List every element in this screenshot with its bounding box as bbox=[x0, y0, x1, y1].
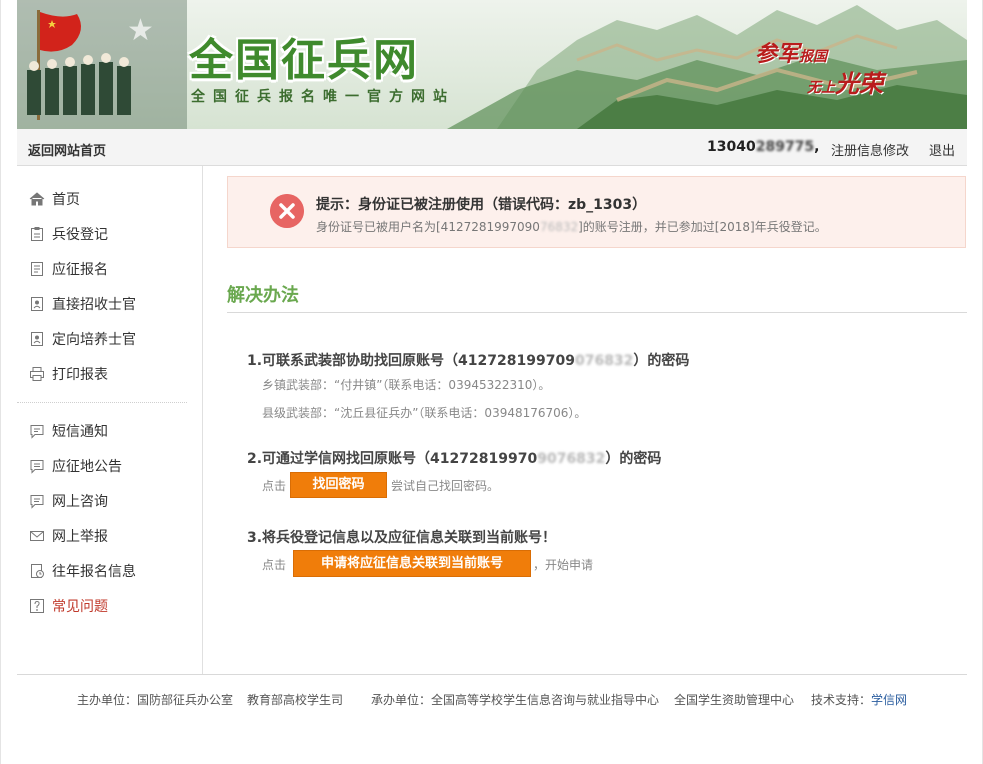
step-1-county-contact: 县级武装部：“沈丘县征兵办”（联系电话：03948176706）。 bbox=[262, 406, 587, 420]
step-1-title: 1.可联系武装部协助找回原账号（412728199709076832）的密码 bbox=[247, 353, 690, 369]
id-card-icon bbox=[31, 332, 43, 346]
document-icon bbox=[31, 262, 43, 276]
history-icon bbox=[31, 564, 44, 578]
footer-host-2: 教育部高校学生司 bbox=[247, 693, 344, 707]
footer-divider bbox=[17, 674, 967, 675]
chat-icon bbox=[30, 495, 44, 509]
footer-organizer-2: 全国学生资助管理中心 bbox=[674, 693, 795, 707]
sidebar-item-print-report[interactable]: 打印报表 bbox=[29, 363, 108, 385]
solution-heading: 解决办法 bbox=[227, 285, 299, 306]
sidebar-item-direct-nco[interactable]: 直接招收士官 bbox=[29, 293, 136, 315]
sidebar-item-sms-notice[interactable]: 短信通知 bbox=[29, 420, 108, 442]
recover-password-button[interactable]: 找回密码 bbox=[290, 472, 387, 498]
sidebar-item-home[interactable]: 首页 bbox=[29, 188, 80, 210]
sidebar-nav: 首页 兵役登记 应征报名 直接招收士官 定向培养士官 打印报表 短信通知 应征地… bbox=[17, 166, 203, 674]
username: 13040289775, bbox=[707, 139, 820, 155]
footer-organizer-1: 全国高等学校学生信息咨询与就业指导中心 bbox=[431, 693, 660, 707]
step-1-town-contact: 乡镇武装部：“付井镇”（联系电话：03945322310）。 bbox=[262, 378, 551, 392]
slogan-line-2: 无上光荣 bbox=[807, 69, 883, 98]
footer-tech-label: 技术支持： bbox=[811, 693, 872, 707]
edit-registration-link[interactable]: 注册信息修改 bbox=[831, 140, 909, 159]
error-alert: 提示：身份证已被注册使用（错误代码：zb_1303） 身份证号已被用户名为[41… bbox=[227, 176, 966, 248]
announcement-icon bbox=[30, 460, 44, 474]
step-2-hint: 尝试自己找回密码。 bbox=[391, 479, 500, 493]
step-3-hint: ，开始申请 bbox=[533, 558, 594, 572]
site-subtitle: 全国征兵报名唯一官方网站 bbox=[191, 89, 455, 105]
step-2-title: 2.可通过学信网找回原账号（412728199709076832）的密码 bbox=[247, 451, 662, 467]
mail-icon bbox=[30, 531, 44, 541]
sidebar-item-enlistment-application[interactable]: 应征报名 bbox=[29, 258, 108, 280]
svg-text:★: ★ bbox=[127, 13, 154, 48]
top-bar: 返回网站首页 13040289775, 注册信息修改 退出 bbox=[17, 129, 967, 166]
logout-link[interactable]: 退出 bbox=[929, 140, 955, 159]
sidebar-item-local-announcement[interactable]: 应征地公告 bbox=[29, 455, 122, 477]
header-banner: ★ 全国征兵网 全国征兵报名唯一官方网站 参军报国 无上光荣 bbox=[17, 0, 967, 129]
sidebar-item-online-consult[interactable]: 网上咨询 bbox=[29, 490, 108, 512]
solution-divider bbox=[227, 312, 967, 313]
sidebar-item-online-report[interactable]: 网上举报 bbox=[29, 525, 108, 547]
question-icon bbox=[30, 599, 44, 613]
alert-title: 提示：身份证已被注册使用（错误代码：zb_1303） bbox=[316, 197, 647, 213]
site-logo[interactable]: 全国征兵网 bbox=[189, 24, 419, 88]
footer-host-label: 主办单位： bbox=[77, 693, 138, 707]
footer-host-1: 国防部征兵办公室 bbox=[137, 693, 234, 707]
clipboard-icon bbox=[31, 227, 43, 241]
step-2-click-label: 点击 bbox=[262, 479, 287, 493]
printer-icon bbox=[30, 367, 44, 381]
step-3-click-label: 点击 bbox=[262, 558, 287, 572]
sidebar-item-military-registration[interactable]: 兵役登记 bbox=[29, 223, 108, 245]
home-icon bbox=[29, 192, 45, 206]
id-card-icon bbox=[31, 297, 43, 311]
footer-tech-link[interactable]: 学信网 bbox=[871, 691, 907, 708]
footer-organizer-label: 承办单位： bbox=[371, 693, 432, 707]
link-account-button[interactable]: 申请将应征信息关联到当前账号 bbox=[293, 550, 531, 577]
sidebar-item-past-applications[interactable]: 往年报名信息 bbox=[29, 560, 136, 582]
message-icon bbox=[30, 425, 44, 439]
sidebar-item-faq[interactable]: 常见问题 bbox=[29, 595, 108, 617]
error-icon bbox=[270, 194, 304, 228]
step-3-title: 3.将兵役登记信息以及应征信息关联到当前账号！ bbox=[247, 530, 557, 546]
sidebar-item-directed-nco[interactable]: 定向培养士官 bbox=[29, 328, 136, 350]
sidebar-divider bbox=[17, 402, 187, 403]
alert-description: 身份证号已被用户名为[412728199709076832]的账号注册，并已参加… bbox=[316, 220, 827, 234]
back-home-link[interactable]: 返回网站首页 bbox=[28, 140, 106, 159]
